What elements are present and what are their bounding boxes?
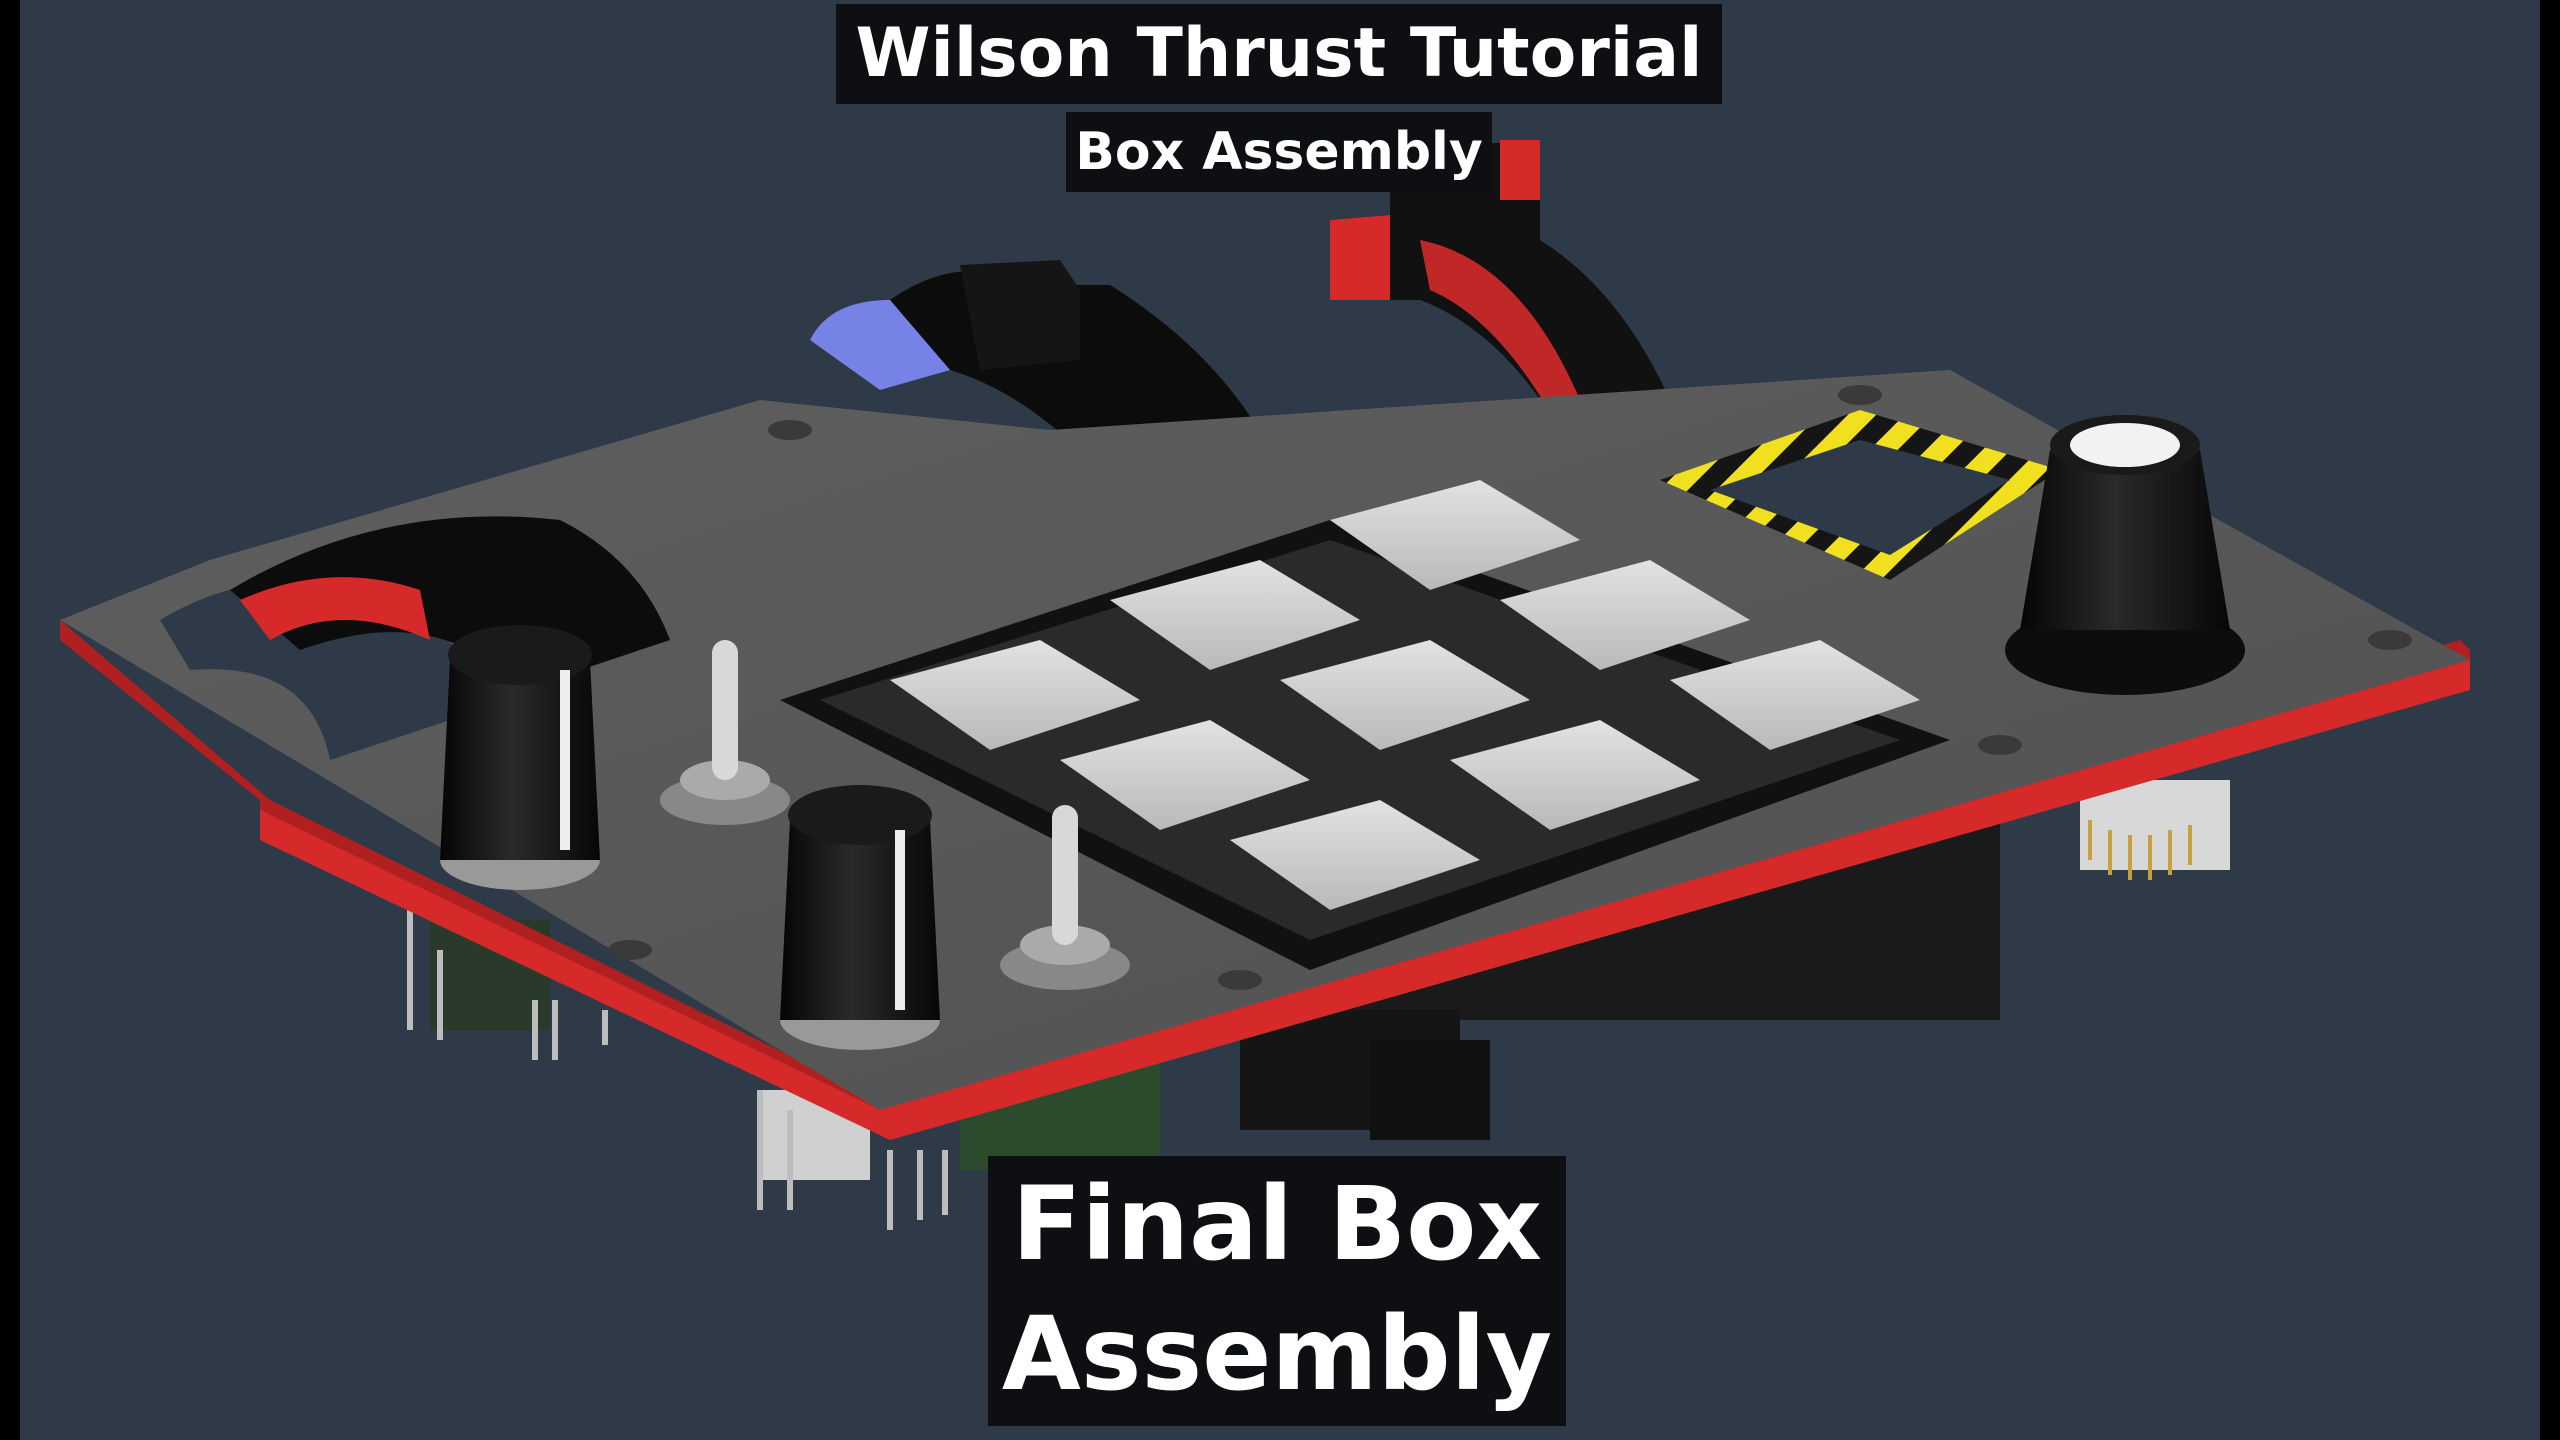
- final-caption-line-2: Assembly: [1001, 1295, 1553, 1414]
- video-subtitle: Box Assembly: [1066, 112, 1492, 192]
- video-title: Wilson Thrust Tutorial: [836, 4, 1722, 104]
- rotary-knob-upper-left: [440, 625, 600, 890]
- final-caption-line-1: Final Box: [1011, 1165, 1543, 1284]
- final-caption: Final Box Assembly: [988, 1156, 1566, 1426]
- rotary-knob-lower-left: [780, 785, 940, 1050]
